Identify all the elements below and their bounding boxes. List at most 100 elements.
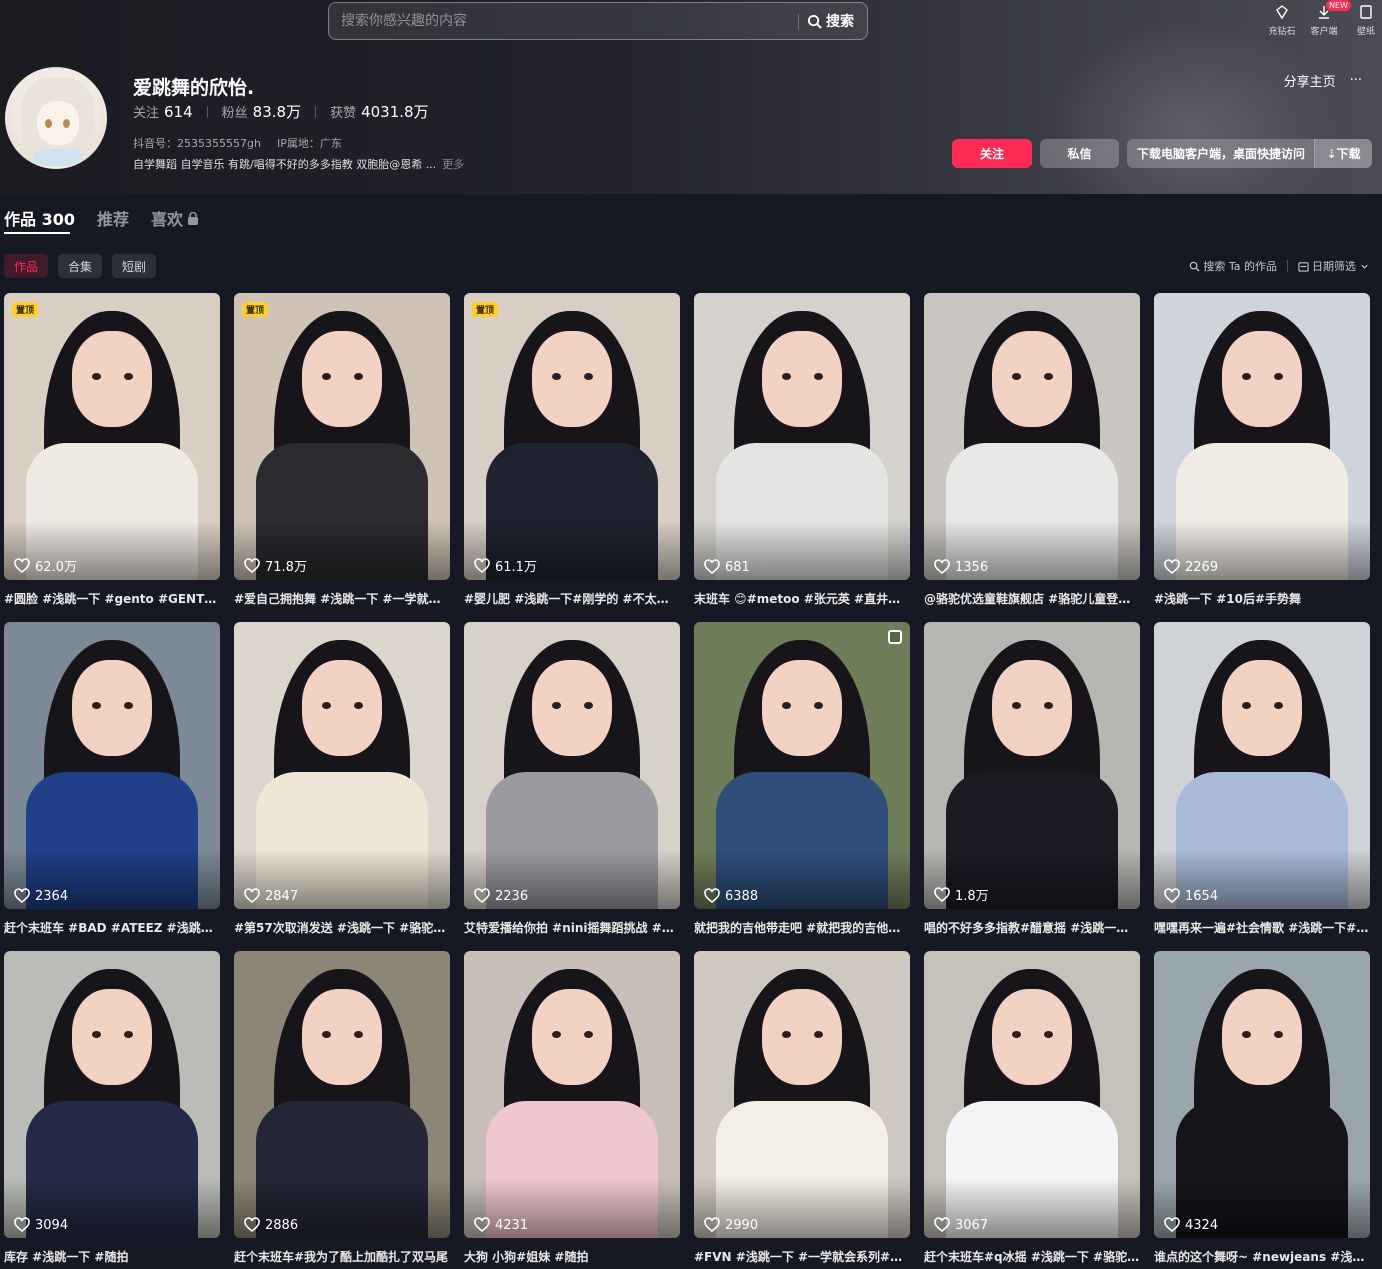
fans-count[interactable]: 83.8万 (253, 101, 301, 122)
video-card[interactable]: 2269 #浅跳一下 #10后#手势舞 (1154, 293, 1370, 622)
thumbnail-figure (354, 373, 363, 380)
video-caption[interactable]: 赶个末班车#q冰摇 #浅跳一下 #骆驼儿童 (924, 1248, 1140, 1265)
message-button[interactable]: 私信 (1040, 139, 1119, 168)
video-thumbnail[interactable]: 2236 (464, 622, 680, 909)
share-profile-button[interactable]: 分享主页 (1284, 71, 1336, 90)
thumbnail-figure (552, 702, 561, 709)
video-thumbnail[interactable]: 1356 (924, 293, 1140, 580)
video-caption[interactable]: #婴儿肥 #浅跳一下#刚学的 #不太聪明的亚子 (464, 590, 680, 607)
video-card[interactable]: 2236 艾特爱播给你拍 #nini摇舞蹈挑战 #浅跳一下 (464, 622, 680, 951)
video-thumbnail[interactable]: 置顶 62.0万 (4, 293, 220, 580)
heart-icon (704, 1217, 720, 1233)
video-thumbnail[interactable]: 2364 (4, 622, 220, 909)
like-count: 71.8万 (244, 556, 307, 575)
thumbnail-figure (92, 702, 101, 709)
follow-button[interactable]: 关注 (952, 139, 1032, 168)
video-caption[interactable]: #FVN #浅跳一下 #一学就会系列#手势舞 (694, 1248, 910, 1265)
video-card[interactable]: 1654 嘿嘿再来一遍#社会情歌 #浅跳一下#一学就会 (1154, 622, 1370, 951)
video-caption[interactable]: 大狗 小狗#姐妹 #随拍 (464, 1248, 680, 1265)
download-button[interactable]: ⇣下载 (1314, 139, 1372, 168)
more-options-icon[interactable]: ··· (1350, 73, 1362, 88)
recharge-label: 充钻石 (1268, 27, 1296, 37)
video-thumbnail[interactable]: 2269 (1154, 293, 1370, 580)
video-caption[interactable]: #第57次取消发送 #浅跳一下 #骆驼儿童 (234, 919, 450, 936)
thumbnail-figure (1274, 1031, 1283, 1038)
video-card[interactable]: 2364 赶个末班车 #BAD #ATEEZ #浅跳一下 #一学就会 (4, 622, 220, 951)
recharge-button[interactable]: 充钻石 (1266, 2, 1298, 37)
like-count: 4324 (1164, 1217, 1218, 1233)
search-input[interactable] (341, 3, 781, 39)
video-card[interactable]: 1356 @骆驼优选童鞋旗舰店 #骆驼儿童登山鞋 (924, 293, 1140, 622)
search-works-button[interactable]: 搜索 Ta 的作品 (1189, 258, 1277, 274)
video-card[interactable]: 2847 #第57次取消发送 #浅跳一下 #骆驼儿童 (234, 622, 450, 951)
video-caption[interactable]: 赶个末班车 #BAD #ATEEZ #浅跳一下 #一学就会 (4, 919, 220, 936)
video-caption[interactable]: #浅跳一下 #10后#手势舞 (1154, 590, 1370, 607)
video-thumbnail[interactable]: 681 (694, 293, 910, 580)
search-button[interactable]: 搜索 (807, 3, 854, 39)
heart-icon (244, 557, 260, 573)
tab-recommend[interactable]: 推荐 (97, 206, 129, 230)
heart-icon (474, 557, 490, 573)
tab-likes[interactable]: 喜欢 (151, 206, 199, 230)
search-button-label: 搜索 (826, 14, 854, 30)
fans-label[interactable]: 粉丝 (222, 102, 248, 121)
date-filter-button[interactable]: 日期筛选 (1298, 258, 1370, 274)
video-card[interactable]: 6388 就把我的吉他带走吧 #就把我的吉他带走吧 (694, 622, 910, 951)
video-thumbnail[interactable]: 2886 (234, 951, 450, 1238)
tab-works[interactable]: 作品 300 (4, 206, 75, 230)
video-thumbnail[interactable]: 1654 (1154, 622, 1370, 909)
video-caption[interactable]: 库存 #浅跳一下 #随拍 (4, 1248, 220, 1265)
thumbnail-figure (1242, 1031, 1251, 1038)
video-thumbnail[interactable]: 3067 (924, 951, 1140, 1238)
video-thumbnail[interactable]: 置顶 71.8万 (234, 293, 450, 580)
video-card[interactable]: 2886 赶个末班车#我为了酷上加酷扎了双马尾 (234, 951, 450, 1269)
video-card[interactable]: 1.8万唱的不好多多指教#醋意摇 #浅跳一下 #一学就会 (924, 622, 1140, 951)
subtab-works[interactable]: 作品 (4, 254, 49, 278)
likes-count: 4031.8万 (361, 103, 429, 121)
avatar-eye (45, 119, 52, 128)
video-thumbnail[interactable]: 4324 (1154, 951, 1370, 1238)
bio-more-link[interactable]: 更多 (442, 158, 464, 171)
video-caption[interactable]: 赶个末班车#我为了酷上加酷扎了双马尾 (234, 1248, 450, 1265)
video-caption[interactable]: 谁点的这个舞呀~ #newjeans #浅跳一下 (1154, 1248, 1370, 1265)
video-caption[interactable]: 艾特爱播给你拍 #nini摇舞蹈挑战 #浅跳一下 (464, 919, 680, 936)
video-card[interactable]: 681 末班车 😊#metoo #张元英 #直井怜 #一学就会 (694, 293, 910, 622)
thumbnail-figure (1044, 373, 1053, 380)
like-count-value: 62.0万 (35, 560, 77, 575)
video-card[interactable]: 3067 赶个末班车#q冰摇 #浅跳一下 #骆驼儿童 (924, 951, 1140, 1269)
video-caption[interactable]: 唱的不好多多指教#醋意摇 #浅跳一下 #一学就会 (924, 919, 1140, 936)
video-card[interactable]: 2990 #FVN #浅跳一下 #一学就会系列#手势舞 (694, 951, 910, 1269)
thumbnail-figure (762, 331, 842, 427)
wallpaper-button[interactable]: 壁纸 (1350, 2, 1382, 37)
video-card[interactable]: 4231 大狗 小狗#姐妹 #随拍 (464, 951, 680, 1269)
subtab-short-drama[interactable]: 短剧 (112, 254, 157, 278)
like-count: 1.8万 (934, 885, 989, 904)
video-thumbnail[interactable]: 4231 (464, 951, 680, 1238)
video-thumbnail[interactable]: 2990 (694, 951, 910, 1238)
video-caption[interactable]: @骆驼优选童鞋旗舰店 #骆驼儿童登山鞋 (924, 590, 1140, 607)
video-card[interactable]: 3094 库存 #浅跳一下 #随拍 (4, 951, 220, 1269)
video-thumbnail[interactable]: 置顶 61.1万 (464, 293, 680, 580)
video-thumbnail[interactable]: 1.8万 (924, 622, 1140, 909)
video-caption[interactable]: 末班车 😊#metoo #张元英 #直井怜 #一学就会 (694, 590, 910, 607)
like-count-value: 4324 (1185, 1217, 1219, 1233)
avatar[interactable] (5, 67, 107, 169)
download-client-banner[interactable]: 下载电脑客户端，桌面快捷访问 ⇣下载 (1127, 139, 1372, 168)
video-caption[interactable]: #圆脸 #浅跳一下 #gento #GENTO的律动 (4, 590, 220, 607)
client-download-button[interactable]: NEW 客户端 (1308, 0, 1351, 37)
following-count[interactable]: 614 (164, 103, 193, 121)
following-label[interactable]: 关注 (133, 102, 159, 121)
like-count-value: 2269 (1185, 559, 1219, 575)
video-card[interactable]: 置顶 62.0万 #圆脸 #浅跳一下 #gento #GENTO的律动 (4, 293, 220, 622)
video-caption[interactable]: 嘿嘿再来一遍#社会情歌 #浅跳一下#一学就会 (1154, 919, 1370, 936)
profile-name: 爱跳舞的欣怡. (133, 77, 255, 99)
subtab-collections[interactable]: 合集 (58, 254, 103, 278)
video-caption[interactable]: #爱自己拥抱舞 #浅跳一下 #一学就会系列 (234, 590, 450, 607)
video-thumbnail[interactable]: 3094 (4, 951, 220, 1238)
video-thumbnail[interactable]: 2847 (234, 622, 450, 909)
video-card[interactable]: 4324 谁点的这个舞呀~ #newjeans #浅跳一下 (1154, 951, 1370, 1269)
video-thumbnail[interactable]: 6388 (694, 622, 910, 909)
video-card[interactable]: 置顶 61.1万 #婴儿肥 #浅跳一下#刚学的 #不太聪明的亚子 (464, 293, 680, 622)
video-card[interactable]: 置顶 71.8万 #爱自己拥抱舞 #浅跳一下 #一学就会系列 (234, 293, 450, 622)
video-caption[interactable]: 就把我的吉他带走吧 #就把我的吉他带走吧 (694, 919, 910, 936)
